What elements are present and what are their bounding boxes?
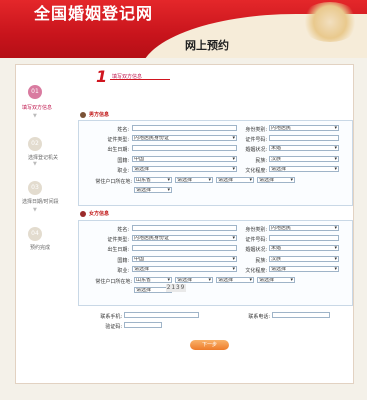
male-ethnic-label: 民族:	[255, 158, 267, 164]
male-idno-input[interactable]	[269, 135, 339, 141]
male-address-city-select[interactable]: 请选择	[175, 177, 213, 183]
male-identity-select[interactable]: 内地居民	[269, 125, 339, 131]
female-address-label: 常住户口所在地:	[95, 279, 132, 285]
female-address-city-select[interactable]: 请选择	[175, 277, 213, 283]
male-job-label: 职业:	[117, 168, 129, 174]
male-idno-label: 证件号码:	[245, 137, 267, 143]
step-label: 选择登记机关	[28, 155, 59, 161]
steps-sidebar: 01 填写双方信息 ▼ 02 选择登记机关 ▼ 03 选择日期/时间段 ▼ 04…	[16, 65, 74, 383]
male-address-province-select[interactable]: 山东省	[134, 177, 172, 183]
mobile-input[interactable]	[124, 312, 199, 318]
mobile-label: 联系手机:	[100, 314, 122, 320]
male-address-county-select[interactable]: 请选择	[216, 177, 254, 183]
female-name-input[interactable]	[132, 225, 237, 231]
step-number: 04	[28, 227, 42, 241]
female-job-label: 职业:	[117, 268, 129, 274]
step-label: 填写双方信息	[22, 105, 53, 111]
step-number: 01	[28, 85, 42, 99]
female-edu-label: 文化程度:	[245, 268, 267, 274]
male-section-title: 男方信息	[89, 112, 110, 118]
female-marital-label: 婚姻状况:	[245, 247, 267, 253]
male-address-label: 常住户口所在地:	[95, 179, 132, 185]
female-edu-select[interactable]: 请选择	[269, 266, 339, 272]
male-avatar-icon	[80, 112, 86, 118]
step-label: 选择日期/时间段	[22, 199, 59, 205]
female-idtype-label: 证件类型:	[107, 237, 129, 243]
female-address-county-select[interactable]: 请选择	[216, 277, 254, 283]
female-form: 姓名: 证件类型: 内地居民身份证 出生日期: 国籍: 中国 职业: 请选择 常…	[78, 220, 353, 306]
male-edu-label: 文化程度:	[245, 168, 267, 174]
male-idtype-select[interactable]: 内地居民身份证	[132, 135, 237, 141]
female-address-province-select[interactable]: 山东省	[134, 277, 172, 283]
male-name-input[interactable]	[132, 125, 237, 131]
step-number: 03	[28, 181, 42, 195]
female-ethnic-select[interactable]: 汉族	[269, 256, 339, 262]
site-title: 全国婚姻登记网	[34, 4, 154, 23]
female-birth-label: 出生日期:	[107, 247, 129, 253]
female-identity-label: 身份类别:	[245, 227, 267, 233]
female-idtype-select[interactable]: 内地居民身份证	[132, 235, 237, 241]
female-section-title: 女方信息	[89, 211, 110, 217]
next-step-button[interactable]: 下一步	[190, 340, 229, 350]
female-birth-input[interactable]	[132, 245, 237, 251]
captcha-label: 验证码:	[105, 324, 122, 330]
female-idno-input[interactable]	[269, 235, 339, 241]
main-panel: 01 填写双方信息 ▼ 02 选择登记机关 ▼ 03 选择日期/时间段 ▼ 04…	[15, 64, 354, 384]
site-header: 全国婚姻登记网 网上预约	[0, 0, 367, 58]
male-nation-label: 国籍:	[117, 158, 129, 164]
male-job-select[interactable]: 请选择	[132, 166, 237, 172]
male-identity-label: 身份类别:	[245, 127, 267, 133]
male-marital-select[interactable]: 未婚	[269, 145, 339, 151]
male-address-village-select[interactable]: 请选择	[134, 187, 172, 193]
male-birth-label: 出生日期:	[107, 147, 129, 153]
male-marital-label: 婚姻状况:	[245, 147, 267, 153]
female-job-select[interactable]: 请选择	[132, 266, 237, 272]
male-address-town-select[interactable]: 请选择	[257, 177, 295, 183]
female-nation-select[interactable]: 中国	[132, 256, 237, 262]
female-identity-select[interactable]: 内地居民	[269, 225, 339, 231]
female-marital-select[interactable]: 未婚	[269, 245, 339, 251]
captcha-input[interactable]	[124, 322, 162, 328]
step-number: 02	[28, 137, 42, 151]
arrow-down-icon: ▼	[33, 113, 37, 119]
step-header-underline	[110, 79, 170, 80]
female-nation-label: 国籍:	[117, 258, 129, 264]
phone-input[interactable]	[272, 312, 330, 318]
female-idno-label: 证件号码:	[245, 237, 267, 243]
arrow-down-icon: ▼	[33, 161, 37, 167]
page-title: 网上预约	[185, 39, 229, 52]
male-name-label: 姓名:	[117, 127, 129, 133]
male-form: 姓名: 证件类型: 内地居民身份证 出生日期: 国籍: 中国 职业: 请选择 常…	[78, 120, 353, 206]
male-birth-input[interactable]	[132, 145, 237, 151]
arrow-down-icon: ▼	[33, 207, 37, 213]
captcha-image[interactable]: 2139	[166, 284, 186, 292]
phone-label: 联系电话:	[248, 314, 270, 320]
female-address-town-select[interactable]: 请选择	[257, 277, 295, 283]
male-idtype-label: 证件类型:	[107, 137, 129, 143]
female-avatar-icon	[80, 211, 86, 217]
female-name-label: 姓名:	[117, 227, 129, 233]
male-edu-select[interactable]: 请选择	[269, 166, 339, 172]
male-ethnic-select[interactable]: 汉族	[269, 156, 339, 162]
flower-decoration-icon	[300, 2, 360, 42]
male-nation-select[interactable]: 中国	[132, 156, 237, 162]
female-ethnic-label: 民族:	[255, 258, 267, 264]
step-header-number: 1	[96, 67, 108, 86]
